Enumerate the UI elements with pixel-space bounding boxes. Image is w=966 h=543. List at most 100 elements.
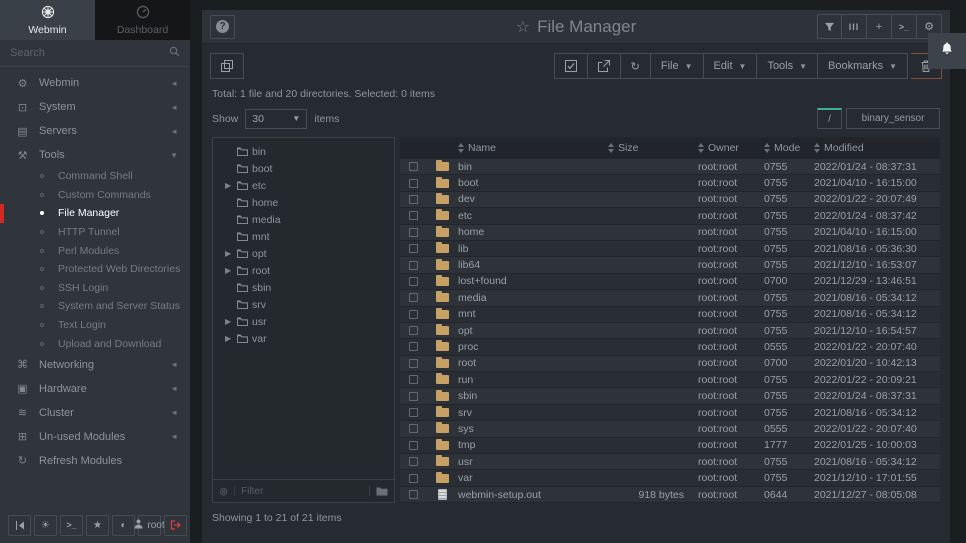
row-checkbox[interactable]: [409, 244, 418, 253]
table-row[interactable]: procroot:root05552022/01/22 - 20:07:40: [400, 339, 940, 355]
row-checkbox[interactable]: [409, 310, 418, 319]
row-checkbox[interactable]: [409, 179, 418, 188]
select-all-button[interactable]: [554, 53, 588, 79]
sidebar-item-refresh-modules[interactable]: ↻Refresh Modules: [0, 449, 190, 473]
table-row[interactable]: tmproot:root17772022/01/25 - 10:00:03: [400, 438, 940, 454]
row-checkbox[interactable]: [409, 408, 418, 417]
expand-caret-icon[interactable]: ▶: [225, 334, 237, 343]
path-search-input[interactable]: [846, 108, 940, 129]
table-row[interactable]: varroot:root07552021/12/10 - 17:01:55: [400, 470, 940, 486]
columns-button[interactable]: III: [842, 14, 867, 39]
notifications-bell-button[interactable]: [928, 33, 966, 69]
user-button[interactable]: root: [138, 515, 161, 536]
tree-item-var[interactable]: ▶var: [213, 330, 394, 347]
table-row[interactable]: optroot:root07552021/12/10 - 16:54:57: [400, 323, 940, 339]
row-name[interactable]: mnt: [458, 308, 608, 320]
sidebar-item-hardware[interactable]: ▣Hardware◄: [0, 377, 190, 401]
language-globe-button[interactable]: ◐: [112, 515, 135, 536]
file-menu-button[interactable]: File▼: [651, 53, 704, 79]
favorite-star-icon[interactable]: ☆: [516, 19, 530, 36]
tab-webmin[interactable]: Webmin: [0, 0, 95, 40]
row-name[interactable]: home: [458, 226, 608, 238]
help-button[interactable]: ?: [210, 15, 235, 39]
row-checkbox[interactable]: [409, 441, 418, 450]
sidebar-item-system[interactable]: ⊡System◄: [0, 95, 190, 119]
table-row[interactable]: sbinroot:root07552022/01/24 - 08:37:31: [400, 388, 940, 404]
folder-select-icon[interactable]: [376, 486, 388, 496]
select-view-button[interactable]: [210, 53, 244, 79]
row-name[interactable]: dev: [458, 193, 608, 205]
row-name[interactable]: run: [458, 374, 608, 386]
logout-button[interactable]: [164, 515, 187, 536]
add-button[interactable]: +: [867, 14, 892, 39]
tree-item-bin[interactable]: bin: [213, 143, 394, 160]
row-name[interactable]: sys: [458, 423, 608, 435]
sidebar-item-cluster[interactable]: ≋Cluster◄: [0, 401, 190, 425]
table-row[interactable]: devroot:root07552022/01/22 - 20:07:49: [400, 192, 940, 208]
expand-caret-icon[interactable]: ▶: [225, 249, 237, 258]
table-row[interactable]: runroot:root07552022/01/22 - 20:09:21: [400, 372, 940, 388]
tab-dashboard[interactable]: Dashboard: [95, 0, 190, 40]
tree-item-root[interactable]: ▶root: [213, 262, 394, 279]
row-name[interactable]: etc: [458, 210, 608, 222]
table-row[interactable]: libroot:root07552021/08/16 - 05:36:30: [400, 241, 940, 257]
column-header-owner[interactable]: Owner: [698, 142, 764, 154]
table-row[interactable]: webmin-setup.out918 bytesroot:root064420…: [400, 487, 940, 503]
tools-menu-button[interactable]: Tools▼: [757, 53, 818, 79]
sidebar-subitem-system-and-server-status[interactable]: System and Server Status: [0, 297, 190, 316]
sidebar-subitem-custom-commands[interactable]: Custom Commands: [0, 186, 190, 205]
open-external-button[interactable]: [588, 53, 621, 79]
row-name[interactable]: srv: [458, 407, 608, 419]
column-header-name[interactable]: Name: [458, 142, 608, 154]
row-name[interactable]: root: [458, 357, 608, 369]
row-name[interactable]: lib64: [458, 259, 608, 271]
row-checkbox[interactable]: [409, 293, 418, 302]
table-row[interactable]: lost+foundroot:root07002021/12/29 - 13:4…: [400, 274, 940, 290]
row-name[interactable]: lost+found: [458, 275, 608, 287]
row-name[interactable]: webmin-setup.out: [458, 489, 608, 501]
favorites-star-button[interactable]: ★: [86, 515, 109, 536]
row-name[interactable]: boot: [458, 177, 608, 189]
sidebar-subitem-perl-modules[interactable]: Perl Modules: [0, 241, 190, 260]
row-name[interactable]: media: [458, 292, 608, 304]
row-checkbox[interactable]: [409, 326, 418, 335]
row-checkbox[interactable]: [409, 490, 418, 499]
row-checkbox[interactable]: [409, 392, 418, 401]
row-checkbox[interactable]: [409, 342, 418, 351]
row-checkbox[interactable]: [409, 375, 418, 384]
items-per-page-select[interactable]: 30 ▼: [245, 109, 307, 129]
sidebar-subitem-command-shell[interactable]: Command Shell: [0, 167, 190, 186]
row-checkbox[interactable]: [409, 162, 418, 171]
table-row[interactable]: binroot:root07552022/01/24 - 08:37:31: [400, 159, 940, 175]
row-checkbox[interactable]: [409, 211, 418, 220]
sidebar-item-un-used-modules[interactable]: ⊞Un-used Modules◄: [0, 425, 190, 449]
table-row[interactable]: mediaroot:root07552021/08/16 - 05:34:12: [400, 290, 940, 306]
table-row[interactable]: homeroot:root07552021/04/10 - 16:15:00: [400, 225, 940, 241]
sidebar-subitem-upload-and-download[interactable]: Upload and Download: [0, 334, 190, 353]
sidebar-item-tools[interactable]: ⚒Tools▼: [0, 143, 190, 167]
tree-item-srv[interactable]: srv: [213, 296, 394, 313]
tree-item-mnt[interactable]: mnt: [213, 228, 394, 245]
row-checkbox[interactable]: [409, 359, 418, 368]
sidebar-subitem-ssh-login[interactable]: SSH Login: [0, 279, 190, 298]
expand-caret-icon[interactable]: ▶: [225, 317, 237, 326]
clear-filter-icon[interactable]: ⊗: [219, 485, 228, 498]
sidebar-item-networking[interactable]: ⌘Networking◄: [0, 353, 190, 377]
edit-menu-button[interactable]: Edit▼: [704, 53, 758, 79]
table-row[interactable]: srvroot:root07552021/08/16 - 05:34:12: [400, 405, 940, 421]
sidebar-subitem-text-login[interactable]: Text Login: [0, 316, 190, 335]
tree-item-home[interactable]: home: [213, 194, 394, 211]
table-row[interactable]: etcroot:root07552022/01/24 - 08:37:42: [400, 208, 940, 224]
row-name[interactable]: tmp: [458, 439, 608, 451]
column-header-size[interactable]: Size: [608, 142, 698, 154]
sidebar-subitem-file-manager[interactable]: File Manager: [0, 204, 190, 223]
sidebar-item-servers[interactable]: ▤Servers◄: [0, 119, 190, 143]
row-name[interactable]: opt: [458, 325, 608, 337]
row-checkbox[interactable]: [409, 195, 418, 204]
row-checkbox[interactable]: [409, 228, 418, 237]
table-row[interactable]: mntroot:root07552021/08/16 - 05:34:12: [400, 307, 940, 323]
theme-sun-icon-button[interactable]: ☀: [34, 515, 57, 536]
refresh-button[interactable]: ↻: [621, 53, 651, 79]
sidebar-subitem-http-tunnel[interactable]: HTTP Tunnel: [0, 223, 190, 242]
sidebar-item-webmin[interactable]: ⚙Webmin◄: [0, 71, 190, 95]
